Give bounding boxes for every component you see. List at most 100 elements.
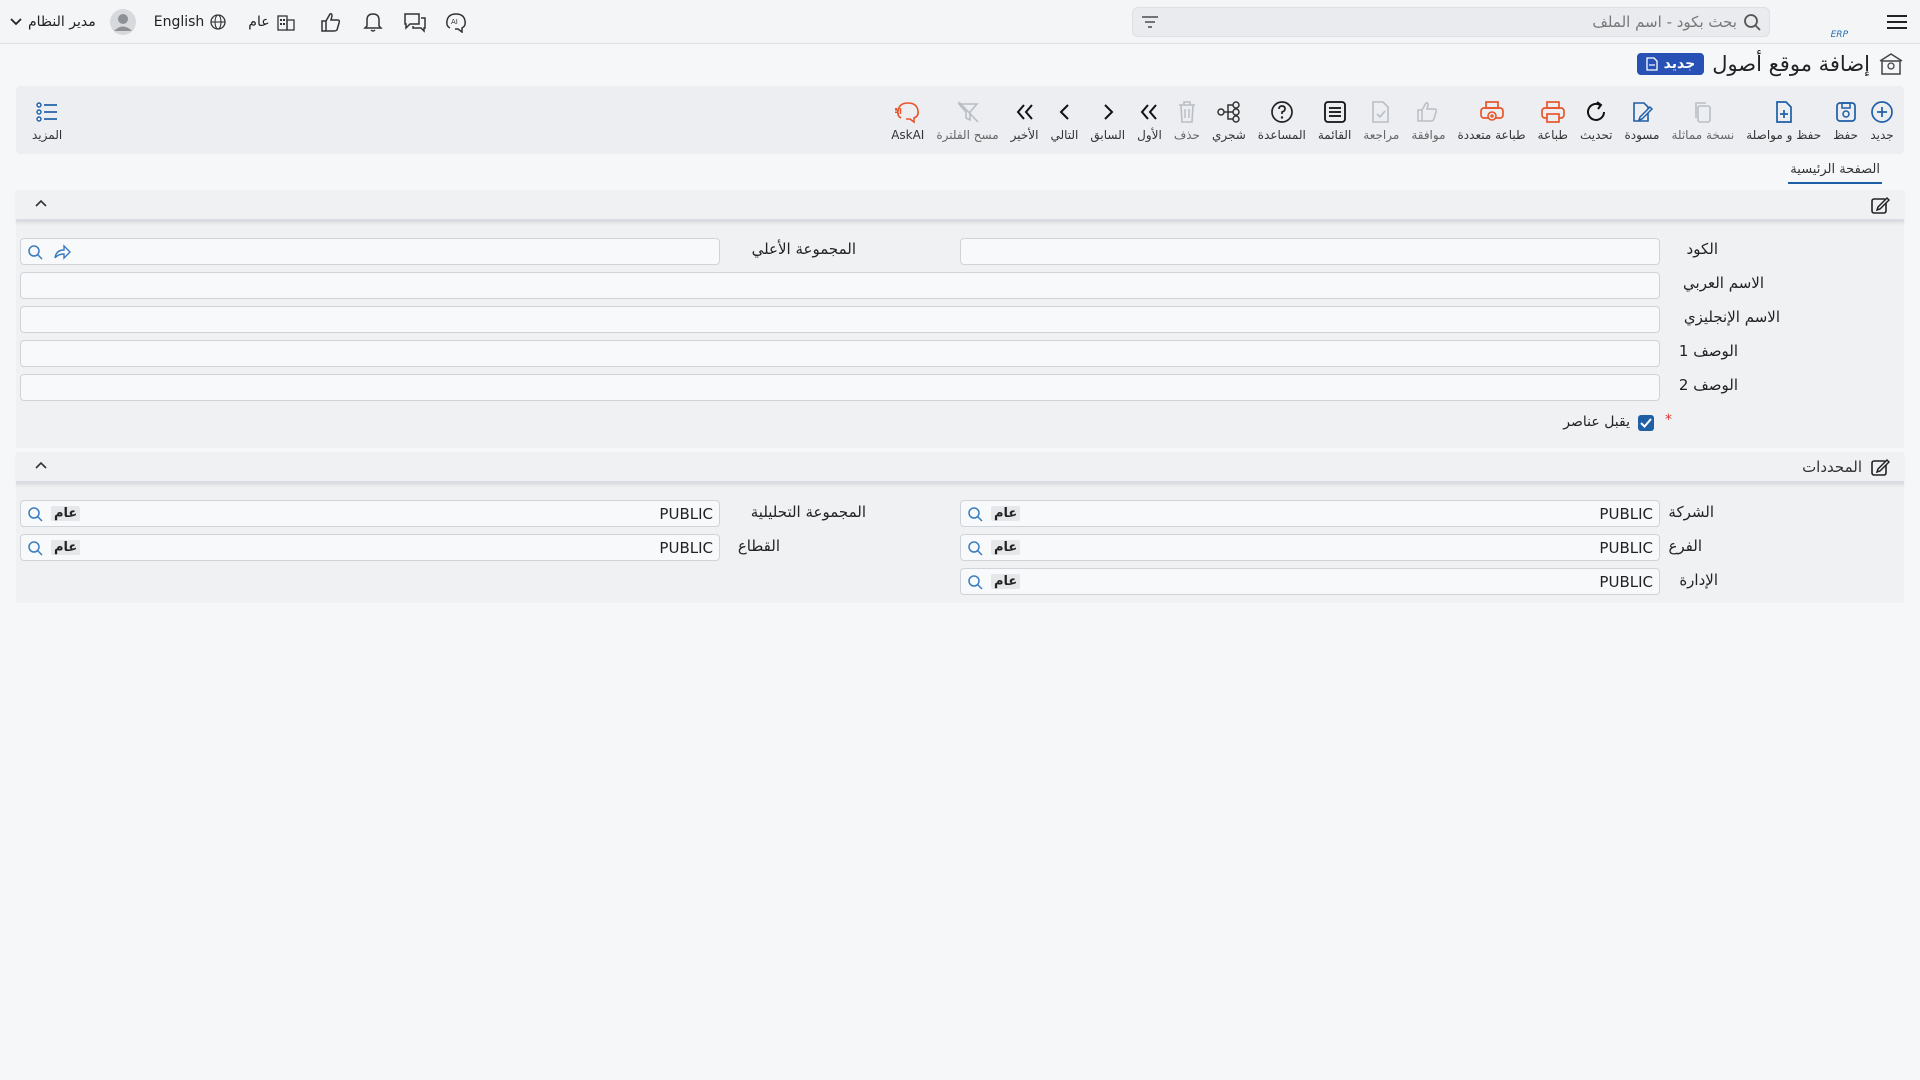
department-value: PUBLIC	[1599, 573, 1653, 591]
search-icon[interactable]	[1743, 13, 1761, 31]
delete-icon	[1177, 99, 1197, 125]
refresh-label: تحديث	[1579, 127, 1613, 142]
next-icon	[1057, 99, 1071, 125]
code-field[interactable]	[960, 238, 1660, 265]
search-box[interactable]	[1132, 6, 1770, 37]
multi-print-icon	[1479, 99, 1505, 125]
globe-icon	[210, 14, 226, 30]
thumbs-up-icon[interactable]	[310, 7, 352, 37]
clear-filter-button[interactable]: مسح الفلترة	[930, 86, 1004, 154]
last-record-button[interactable]: الأخير	[1005, 86, 1045, 154]
tab-main[interactable]: الصفحة الرئيسية	[1788, 160, 1882, 184]
approve-button[interactable]: موافقة	[1405, 86, 1451, 154]
user-avatar-icon	[109, 9, 136, 35]
save-button[interactable]: حفظ	[1827, 86, 1864, 154]
search-icon[interactable]	[27, 244, 43, 260]
save-continue-button[interactable]: حفظ و مواصلة	[1740, 86, 1827, 154]
action-toolbar: جديد حفظ حفظ و مواصلة نسخة مماثلة مسودة …	[16, 86, 1904, 154]
ai-icon[interactable]: AI	[436, 7, 478, 37]
sector-label: القطاع	[737, 537, 780, 555]
parent-group-label: المجموعة الأعلي	[751, 240, 856, 258]
required-mark: *	[1665, 412, 1672, 428]
hamburger-icon[interactable]	[1884, 9, 1910, 35]
description-1-field[interactable]	[20, 340, 1660, 367]
search-icon[interactable]	[967, 574, 983, 590]
new-badge-label: جديد	[1663, 56, 1696, 72]
parent-group-field[interactable]	[20, 238, 720, 265]
branch-value: PUBLIC	[1599, 539, 1653, 557]
delete-label: حذف	[1173, 127, 1200, 142]
department-label: الإدارة	[1679, 571, 1718, 589]
save-icon	[1834, 99, 1858, 125]
company-field[interactable]: PUBLIC عام	[960, 500, 1660, 527]
list-button[interactable]: القائمة	[1312, 86, 1357, 154]
search-icon[interactable]	[27, 540, 43, 556]
page-title: إضافة موقع أصول	[1712, 52, 1870, 76]
print-label: طباعة	[1537, 127, 1568, 142]
plus-circle-icon	[1870, 99, 1894, 125]
copy-icon	[1691, 99, 1715, 125]
print-icon	[1540, 99, 1566, 125]
search-icon[interactable]	[967, 506, 983, 522]
analytic-group-label: المجموعة التحليلية	[750, 503, 866, 521]
nama-logo[interactable]: NAMA ERP	[1788, 6, 1870, 38]
ask-ai-icon: AI	[895, 99, 921, 125]
description-2-label: الوصف 2	[1678, 376, 1738, 394]
multi-print-button[interactable]: طباعة متعددة	[1452, 86, 1532, 154]
user-menu[interactable]: مدير النظام	[10, 9, 136, 35]
sector-field[interactable]: PUBLIC عام	[20, 534, 720, 561]
review-label: مراجعة	[1363, 127, 1400, 142]
filter-icon[interactable]	[1141, 15, 1159, 29]
new-button[interactable]: جديد	[1864, 86, 1904, 154]
duplicate-button[interactable]: نسخة مماثلة	[1665, 86, 1740, 154]
draft-button[interactable]: مسودة	[1618, 86, 1665, 154]
description-2-field[interactable]	[20, 374, 1660, 401]
department-field[interactable]: PUBLIC عام	[960, 568, 1660, 595]
edit-icon[interactable]	[1870, 195, 1890, 215]
share-icon[interactable]	[53, 244, 71, 260]
search-icon[interactable]	[27, 506, 43, 522]
edit-icon[interactable]	[1870, 457, 1890, 477]
tree-button[interactable]: شجري	[1206, 86, 1252, 154]
accepts-items-checkbox[interactable]	[1638, 415, 1654, 431]
refresh-button[interactable]: تحديث	[1574, 86, 1619, 154]
company-value: PUBLIC	[1599, 505, 1653, 523]
scope-switch[interactable]: عام	[248, 13, 295, 31]
language-switch[interactable]: English	[154, 14, 227, 30]
language-label: English	[153, 14, 205, 30]
approve-label: موافقة	[1411, 127, 1446, 142]
chat-icon[interactable]	[394, 7, 436, 37]
last-icon	[1015, 99, 1035, 125]
collapse-icon[interactable]	[34, 460, 48, 470]
tree-label: شجري	[1211, 127, 1246, 142]
print-button[interactable]: طباعة	[1532, 86, 1574, 154]
description-1-label: الوصف 1	[1678, 342, 1738, 360]
company-label: الشركة	[1668, 503, 1714, 521]
delete-button[interactable]: حذف	[1168, 86, 1206, 154]
search-input[interactable]	[1159, 12, 1737, 31]
top-bar: NAMA ERP مدير النظام English عام	[0, 0, 1920, 44]
first-record-button[interactable]: الأول	[1131, 86, 1168, 154]
clear-filter-icon	[956, 99, 980, 125]
ask-ai-button[interactable]: AI AskAI	[885, 86, 930, 154]
search-icon[interactable]	[967, 540, 983, 556]
review-icon	[1370, 99, 1392, 125]
help-button[interactable]: المساعدة	[1252, 86, 1312, 154]
save-continue-icon	[1772, 99, 1796, 125]
draft-icon	[1630, 99, 1654, 125]
branch-field[interactable]: PUBLIC عام	[960, 534, 1660, 561]
collapse-icon[interactable]	[34, 198, 48, 208]
review-button[interactable]: مراجعة	[1357, 86, 1405, 154]
next-record-button[interactable]: التالي	[1044, 86, 1084, 154]
branch-label: الفرع	[1668, 537, 1702, 555]
arabic-name-field[interactable]	[20, 272, 1660, 299]
bell-icon[interactable]	[352, 7, 394, 37]
document-icon	[1646, 57, 1658, 71]
previous-record-button[interactable]: السابق	[1084, 86, 1131, 154]
english-name-field[interactable]	[20, 306, 1660, 333]
multi-print-label: طباعة متعددة	[1457, 127, 1526, 142]
company-tag: عام	[991, 506, 1021, 521]
refresh-icon	[1584, 99, 1608, 125]
analytic-group-field[interactable]: PUBLIC عام	[20, 500, 720, 527]
more-button[interactable]: المزيد	[26, 86, 68, 154]
